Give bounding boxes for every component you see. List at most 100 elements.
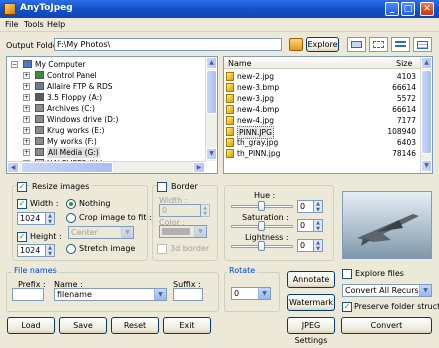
- name-select[interactable]: filename ▼: [54, 288, 167, 301]
- view-list-icon[interactable]: [391, 37, 410, 52]
- suffix-input[interactable]: [173, 288, 203, 301]
- rotate-select[interactable]: 0 ▼: [231, 287, 271, 300]
- convert-mode-chevron-down-icon[interactable]: ▼: [419, 285, 431, 296]
- files-scroll-up-icon[interactable]: ▲: [421, 57, 432, 69]
- crop-position-select[interactable]: Center ▼: [68, 226, 134, 239]
- border-color-select[interactable]: ▼: [159, 225, 207, 238]
- border-checkbox[interactable]: [157, 182, 167, 192]
- convert-button[interactable]: Convert: [341, 317, 432, 334]
- view-small-icons-icon[interactable]: [369, 37, 388, 52]
- expand-icon[interactable]: +: [23, 72, 30, 79]
- file-row[interactable]: th_PINN.jpg 78146: [226, 148, 418, 159]
- minimize-button[interactable]: _: [385, 2, 399, 16]
- expand-icon[interactable]: +: [23, 149, 30, 156]
- tree-item[interactable]: + All Media (G:): [7, 147, 203, 158]
- file-row[interactable]: new-3.jpg 5572: [226, 93, 418, 104]
- scroll-left-icon[interactable]: ◀: [7, 162, 19, 173]
- prefix-input[interactable]: [12, 288, 44, 301]
- close-button[interactable]: ✕: [420, 2, 434, 16]
- width-input[interactable]: 1024: [17, 212, 46, 225]
- hue-spinner[interactable]: ▲ ▼: [314, 200, 323, 213]
- file-row[interactable]: new-2.jpg 4103: [226, 71, 418, 82]
- column-name-header[interactable]: Name: [228, 59, 252, 68]
- maximize-button[interactable]: □: [401, 2, 415, 16]
- scroll-right-icon[interactable]: ▶: [193, 162, 205, 173]
- nothing-radio[interactable]: [66, 199, 76, 209]
- scroll-thumb-horizontal[interactable]: [21, 162, 113, 173]
- saturation-slider-thumb[interactable]: [258, 221, 265, 231]
- collapse-icon[interactable]: −: [11, 61, 18, 68]
- tree-vertical-scrollbar[interactable]: ▲ ▼: [205, 57, 217, 161]
- load-button[interactable]: Load: [7, 317, 55, 334]
- expand-icon[interactable]: +: [23, 127, 30, 134]
- file-list[interactable]: Name Size new-2.jpg 4103 new-3.bmp 66614 new…: [223, 56, 433, 174]
- file-row[interactable]: th_gray.jpg 6403: [226, 137, 418, 148]
- width-checkbox[interactable]: ✓: [17, 199, 27, 209]
- rotate-chevron-down-icon[interactable]: ▼: [258, 288, 270, 299]
- scroll-up-icon[interactable]: ▲: [206, 57, 217, 69]
- expand-icon[interactable]: +: [23, 83, 30, 90]
- crop-radio[interactable]: [66, 213, 76, 223]
- annotate-button[interactable]: Annotate: [287, 271, 335, 288]
- saturation-spinner[interactable]: ▲ ▼: [314, 219, 323, 232]
- tree-item[interactable]: + Control Panel: [7, 70, 203, 81]
- expand-icon[interactable]: +: [23, 138, 30, 145]
- tree-item[interactable]: + My works (F:): [7, 136, 203, 147]
- tree-item[interactable]: + Allaire FTP & RDS: [7, 81, 203, 92]
- stretch-radio[interactable]: [66, 244, 76, 254]
- border-width-input[interactable]: 0: [159, 204, 201, 217]
- convert-mode-select[interactable]: Convert All Recursively ▼: [342, 284, 432, 297]
- border-3d-checkbox[interactable]: [157, 244, 167, 254]
- file-row[interactable]: new-4.bmp 66614: [226, 104, 418, 115]
- exit-button[interactable]: Exit: [163, 317, 211, 334]
- preserve-structure-checkbox[interactable]: ✓: [342, 302, 352, 312]
- file-row[interactable]: new-3.bmp 66614: [226, 82, 418, 93]
- output-folder-label: Output Folder: [6, 41, 62, 50]
- tree-item[interactable]: +3.5 Floppy (A:): [7, 92, 203, 103]
- scroll-down-icon[interactable]: ▼: [206, 148, 217, 160]
- hue-input[interactable]: 0: [297, 200, 314, 213]
- tree-item[interactable]: + Windows drive (D:): [7, 114, 203, 125]
- height-checkbox[interactable]: ✓: [17, 232, 27, 242]
- watermark-button[interactable]: Watermark: [287, 294, 335, 311]
- view-large-icons-icon[interactable]: [347, 37, 366, 52]
- hue-slider-thumb[interactable]: [258, 201, 265, 211]
- width-spinner[interactable]: ▲ ▼: [46, 212, 55, 225]
- view-details-icon[interactable]: [413, 37, 432, 52]
- file-row[interactable]: PINN.JPG 108940: [226, 126, 418, 139]
- jpeg-settings-button[interactable]: JPEG Settings: [287, 317, 335, 345]
- lightness-slider-thumb[interactable]: [258, 241, 265, 251]
- files-vertical-scrollbar[interactable]: ▲ ▼: [420, 57, 432, 173]
- title-bar[interactable]: AnyToJpeg _ □ ✕: [0, 0, 439, 18]
- tree-item[interactable]: + Archives (C:): [7, 103, 203, 114]
- border-width-spinner[interactable]: ▲ ▼: [201, 204, 210, 217]
- save-button[interactable]: Save: [59, 317, 107, 334]
- lightness-input[interactable]: 0: [297, 239, 314, 252]
- column-size-header[interactable]: Size: [396, 59, 412, 68]
- resize-images-checkbox[interactable]: ✓: [17, 182, 27, 192]
- tree-item[interactable]: − My Computer: [7, 59, 203, 70]
- files-scroll-down-icon[interactable]: ▼: [421, 160, 432, 172]
- lightness-spinner[interactable]: ▲ ▼: [314, 239, 323, 252]
- menu-file[interactable]: File: [5, 20, 18, 29]
- expand-icon[interactable]: +: [23, 105, 30, 112]
- explore-files-checkbox[interactable]: [342, 269, 352, 279]
- scroll-thumb[interactable]: [206, 70, 217, 114]
- name-chevron-down-icon[interactable]: ▼: [154, 289, 166, 300]
- menu-tools[interactable]: Tools: [24, 20, 44, 29]
- tree-horizontal-scrollbar[interactable]: ◀ ▶: [7, 161, 205, 173]
- folder-tree[interactable]: − My Computer + Control Panel + Allaire FTP &…: [6, 56, 218, 174]
- folder-icon[interactable]: [289, 38, 303, 51]
- expand-icon[interactable]: +: [23, 116, 30, 123]
- output-folder-input[interactable]: F:\My Photos\: [54, 38, 282, 51]
- expand-icon[interactable]: +: [23, 94, 30, 101]
- saturation-input[interactable]: 0: [297, 219, 314, 232]
- files-scroll-thumb[interactable]: [421, 70, 432, 154]
- tree-item[interactable]: + Krug works (E:): [7, 125, 203, 136]
- menu-help[interactable]: Help: [47, 20, 65, 29]
- file-row[interactable]: new-4.jpg 7177: [226, 115, 418, 126]
- reset-button[interactable]: Reset: [111, 317, 159, 334]
- height-input[interactable]: 1024: [17, 244, 46, 257]
- height-spinner[interactable]: ▲ ▼: [46, 244, 55, 257]
- explore-button[interactable]: Explore: [306, 37, 339, 52]
